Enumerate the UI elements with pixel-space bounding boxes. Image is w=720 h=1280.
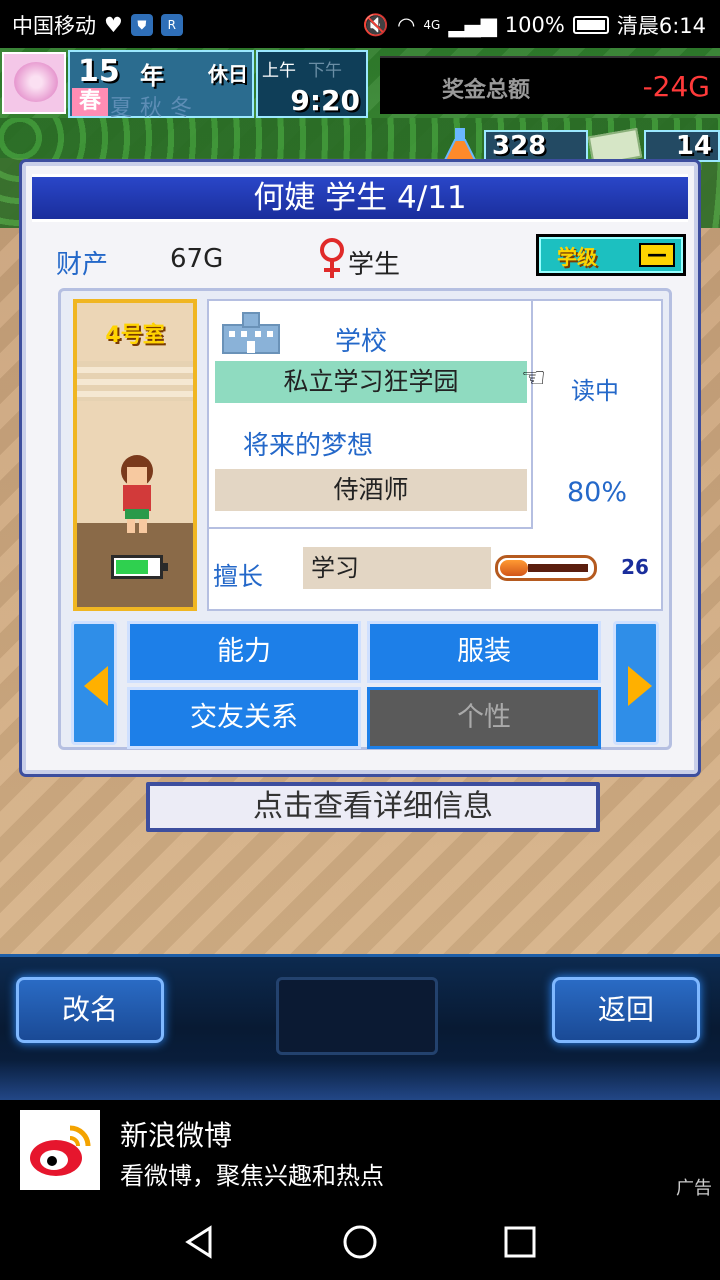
- dream-value: 侍酒师: [215, 469, 527, 511]
- asset-value: 67G: [170, 244, 224, 274]
- ad-banner[interactable]: 新浪微博 看微博，聚焦兴趣和热点 广告: [0, 1100, 720, 1204]
- nav-recent-apps-icon[interactable]: [500, 1222, 540, 1262]
- network-type: 4G: [423, 18, 441, 32]
- skill-track: [527, 564, 588, 572]
- character-dialog: 何婕 学生 4/11 财产 67G 学生 学级 — 4号室 学校 私立学习狂学园…: [22, 162, 698, 774]
- season-current: 春: [72, 88, 108, 116]
- battery-icon: [572, 16, 609, 34]
- year-unit: 年: [140, 62, 164, 90]
- stamina-battery-icon: [111, 555, 168, 579]
- resource-bar: 328 14: [430, 126, 720, 167]
- asset-label: 财产: [56, 250, 109, 280]
- shield-icon: ⛊: [130, 14, 153, 36]
- school-label: 学校: [335, 327, 388, 357]
- tab-ability[interactable]: 能力: [127, 621, 361, 683]
- battery-percent: 100%: [504, 13, 565, 37]
- ad-title: 新浪微博: [120, 1119, 233, 1152]
- pointing-hand-icon: ☜: [521, 361, 547, 394]
- grade-value: —: [639, 243, 675, 267]
- room-wall: [77, 361, 193, 401]
- room-preview[interactable]: 4号室: [73, 299, 197, 611]
- bottom-action-bar: 改名 返回: [0, 954, 720, 1100]
- fund-box[interactable]: 奖金总额 -24G: [380, 56, 720, 114]
- info-panel: 学校 私立学习狂学园 将来的梦想 侍酒师 ☜ 读中 80% 擅长 学习 26: [207, 299, 663, 611]
- grade-badge: 学级 —: [536, 234, 686, 276]
- status-column: ☜ 读中 80%: [521, 301, 661, 529]
- grade-label: 学级: [557, 245, 597, 269]
- app-badge-icon: R: [160, 14, 183, 36]
- am-pm-indicator: 上午 下午: [262, 56, 342, 81]
- skill-fill: [500, 560, 528, 576]
- rename-button[interactable]: 改名: [16, 977, 164, 1043]
- dream-label: 将来的梦想: [243, 431, 374, 461]
- research-points: 328: [484, 130, 588, 162]
- heart-icon: ♥: [104, 13, 123, 37]
- skill-label: 擅长: [213, 562, 264, 591]
- arrow-left-icon: [84, 666, 108, 706]
- status-left: 中国移动 ♥ ⛊ R: [12, 10, 183, 40]
- tab-clothing[interactable]: 服装: [367, 621, 601, 683]
- hud-top: 15 年 休日 春 夏秋冬 上午 下午 9:20 奖金总额 -24G: [0, 48, 720, 121]
- stamina-fill: [116, 560, 148, 574]
- clock-time: 清晨6:14: [616, 14, 706, 38]
- status-bar: 中国移动 ♥ ⛊ R 🔇 ◠ 4G ▂▄▆ 100% 清晨6:14: [0, 0, 720, 48]
- holiday-label: 休日: [208, 62, 248, 86]
- tab-personality[interactable]: 个性: [367, 687, 601, 749]
- skill-level: 26: [615, 553, 655, 581]
- role-label: 学生: [348, 250, 401, 280]
- signal-icon: ▂▄▆: [448, 13, 497, 37]
- room-name: 4号室: [105, 323, 165, 348]
- info-main: 学校 私立学习狂学园 将来的梦想 侍酒师: [209, 301, 533, 529]
- nav-back-icon[interactable]: [180, 1222, 220, 1262]
- cherry-blossom-icon: [2, 52, 66, 114]
- skill-progress-bar: [495, 555, 597, 581]
- time-box: 上午 下午 9:20: [256, 50, 368, 118]
- dream-progress: 80%: [567, 477, 628, 508]
- bar-glow: [0, 1060, 720, 1100]
- flask-icon: [442, 128, 478, 163]
- ad-tag: 广告: [676, 1178, 712, 1199]
- weibo-logo-icon: [20, 1110, 100, 1190]
- tab-friends[interactable]: 交友关系: [127, 687, 361, 749]
- previous-character-button[interactable]: [71, 621, 117, 745]
- female-icon: [320, 238, 344, 278]
- character-title: 何婕 学生 4/11: [32, 174, 688, 222]
- am-label: 上午: [262, 61, 296, 81]
- ticket-icon: [587, 127, 643, 167]
- back-button[interactable]: 返回: [552, 977, 700, 1043]
- school-name: 私立学习狂学园: [215, 361, 527, 403]
- calendar-box: 15 年 休日 春 夏秋冬: [68, 50, 254, 121]
- fund-label: 奖金总额: [442, 78, 531, 103]
- nav-home-icon[interactable]: [340, 1222, 380, 1262]
- character-panel: 4号室 学校 私立学习狂学园 将来的梦想 侍酒师 ☜ 读中 80% 擅长 学习 …: [58, 288, 672, 750]
- mute-icon: 🔇: [362, 12, 390, 37]
- carrier-name: 中国移动: [12, 14, 96, 38]
- detail-hint[interactable]: 点击查看详细信息: [146, 782, 600, 832]
- wifi-icon: ◠: [397, 13, 416, 37]
- arrow-right-icon: [628, 666, 652, 706]
- status-right: 🔇 ◠ 4G ▂▄▆ 100% 清晨6:14: [363, 10, 706, 40]
- school-building-icon: [222, 312, 280, 354]
- game-clock: 9:20: [290, 84, 360, 117]
- fund-value: -24G: [642, 70, 710, 103]
- skill-value: 学习: [303, 547, 491, 589]
- center-slot: [276, 977, 438, 1055]
- ad-subtitle: 看微博，聚焦兴趣和热点: [120, 1162, 384, 1190]
- ticket-count: 14: [644, 130, 720, 162]
- pm-label: 下午: [308, 61, 342, 81]
- student-sprite: [121, 455, 153, 533]
- year-number: 15: [78, 54, 120, 89]
- season-list: 夏秋冬: [110, 96, 201, 121]
- school-status: 读中: [571, 377, 619, 405]
- navigation-bar: [0, 1204, 720, 1280]
- next-character-button[interactable]: [613, 621, 659, 745]
- game-view[interactable]: 15 年 休日 春 夏秋冬 上午 下午 9:20 奖金总额 -24G 328 14…: [0, 48, 720, 1100]
